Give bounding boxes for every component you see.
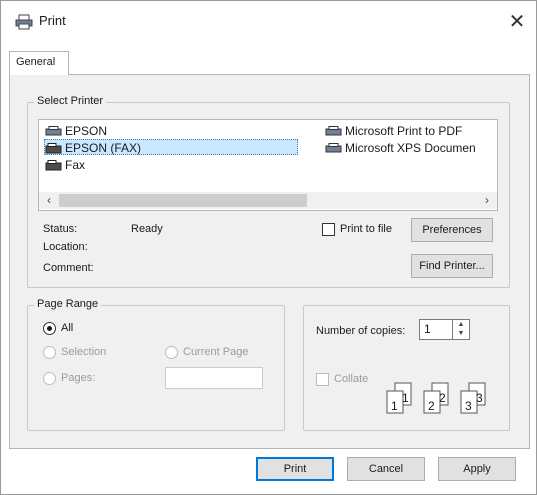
pages-radio[interactable] (43, 372, 56, 385)
spin-up-icon[interactable]: ▲ (453, 320, 469, 329)
print-button[interactable]: Print (256, 457, 334, 481)
status-value: Ready (131, 223, 163, 235)
fax-icon (45, 143, 62, 154)
copies-input[interactable]: 1 (419, 319, 453, 340)
print-dialog: Print ✕ General Select Printer EPSON Mic… (0, 0, 537, 495)
close-button[interactable]: ✕ (504, 9, 530, 35)
printer-name: Microsoft Print to PDF (345, 124, 463, 138)
all-radio[interactable] (43, 322, 56, 335)
page-range-title: Page Range (34, 298, 102, 310)
horizontal-scrollbar[interactable]: ‹ › (39, 192, 497, 209)
printer-icon (325, 143, 342, 153)
collate-label[interactable]: Collate (334, 373, 368, 385)
printer-icon (45, 126, 62, 136)
collate-checkbox[interactable] (316, 373, 329, 386)
printer-item-microsoft-print-to-pdf[interactable]: Microsoft Print to PDF (325, 123, 462, 139)
collate-sheet-number: 2 (428, 399, 435, 413)
find-printer-button[interactable]: Find Printer... (411, 254, 493, 278)
current-page-radio[interactable] (165, 346, 178, 359)
comment-label: Comment: (43, 262, 94, 274)
cancel-button[interactable]: Cancel (347, 457, 425, 481)
selection-label[interactable]: Selection (61, 346, 106, 358)
collate-sheet-number: 3 (476, 391, 483, 405)
scroll-thumb[interactable] (59, 194, 307, 207)
printer-item-microsoft-xps[interactable]: Microsoft XPS Documen (325, 140, 476, 156)
all-label[interactable]: All (61, 322, 73, 334)
print-to-file-label[interactable]: Print to file (340, 223, 392, 235)
printer-name: EPSON (65, 124, 108, 138)
selection-radio[interactable] (43, 346, 56, 359)
select-printer-title: Select Printer (34, 95, 107, 107)
preferences-button[interactable]: Preferences (411, 218, 493, 242)
number-of-copies-label: Number of copies: (316, 325, 406, 337)
status-label: Status: (43, 223, 78, 235)
pages-label[interactable]: Pages: (61, 372, 95, 384)
spin-down-icon[interactable]: ▼ (453, 329, 469, 338)
printer-icon (325, 126, 342, 136)
title-bar: Print ✕ (1, 1, 536, 41)
window-title: Print (39, 13, 66, 28)
collate-sheet-number: 2 (439, 391, 446, 405)
current-page-label[interactable]: Current Page (183, 346, 248, 358)
collate-sheet-number: 1 (391, 399, 398, 413)
location-label: Location: (43, 241, 88, 253)
scroll-left-icon[interactable]: ‹ (41, 192, 57, 209)
printer-item-epson-fax[interactable]: EPSON (FAX) (44, 139, 298, 155)
collate-sheet-number: 1 (402, 391, 409, 405)
tab-general[interactable]: General (9, 51, 69, 75)
printer-item-fax[interactable]: Fax (45, 157, 85, 173)
copies-spinner[interactable]: ▲ ▼ (453, 319, 470, 340)
pages-input[interactable] (165, 367, 263, 389)
printer-icon (15, 14, 33, 30)
collate-sheet-number: 3 (465, 399, 472, 413)
apply-button[interactable]: Apply (438, 457, 516, 481)
printer-item-epson[interactable]: EPSON (45, 123, 107, 139)
collate-pages-icon: 1 1 2 2 3 3 (386, 382, 486, 414)
scroll-right-icon[interactable]: › (479, 192, 495, 209)
fax-icon (45, 160, 62, 171)
printer-name: Microsoft XPS Documen (345, 141, 476, 155)
print-to-file-checkbox[interactable] (322, 223, 335, 236)
printer-name: Fax (65, 158, 86, 172)
printer-name: EPSON (FAX) (65, 141, 142, 155)
